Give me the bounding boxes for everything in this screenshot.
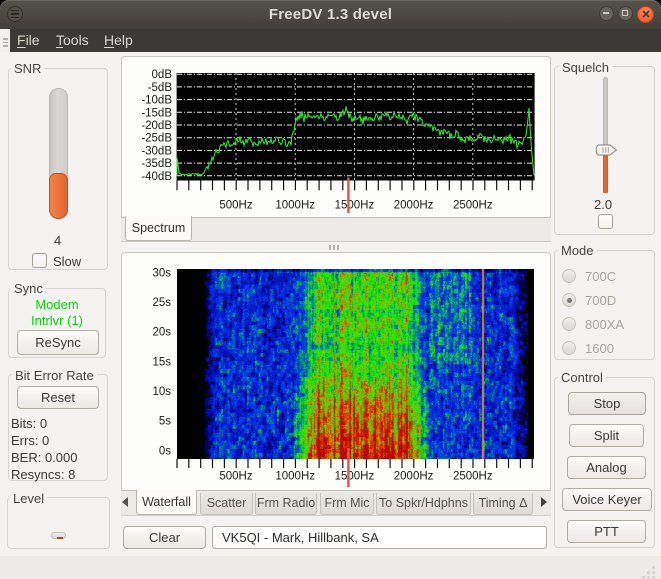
svg-text:1000Hz: 1000Hz	[275, 200, 315, 212]
svg-text:0s: 0s	[159, 445, 171, 457]
svg-text:1500Hz: 1500Hz	[335, 471, 375, 483]
svg-text:30s: 30s	[152, 267, 171, 279]
svg-text:20s: 20s	[152, 327, 171, 339]
svg-text:-10dB: -10dB	[141, 95, 172, 107]
svg-text:25s: 25s	[152, 297, 171, 309]
svg-text:2500Hz: 2500Hz	[453, 471, 493, 483]
svg-text:-20dB: -20dB	[141, 120, 172, 132]
svg-text:10s: 10s	[152, 386, 171, 398]
svg-text:500Hz: 500Hz	[219, 471, 252, 483]
svg-text:0dB: 0dB	[152, 69, 173, 81]
svg-text:2000Hz: 2000Hz	[394, 200, 434, 212]
svg-text:-30dB: -30dB	[141, 145, 172, 157]
svg-text:5s: 5s	[159, 416, 171, 428]
svg-text:1000Hz: 1000Hz	[275, 471, 315, 483]
svg-text:500Hz: 500Hz	[219, 200, 252, 212]
svg-text:-5dB: -5dB	[148, 82, 173, 94]
svg-text:-35dB: -35dB	[141, 158, 172, 170]
svg-text:-40dB: -40dB	[141, 171, 172, 183]
svg-text:1500Hz: 1500Hz	[335, 200, 375, 212]
svg-text:2500Hz: 2500Hz	[453, 200, 493, 212]
svg-text:15s: 15s	[152, 356, 171, 368]
svg-text:-25dB: -25dB	[141, 133, 172, 145]
svg-text:-15dB: -15dB	[141, 107, 172, 119]
svg-text:2000Hz: 2000Hz	[394, 471, 434, 483]
